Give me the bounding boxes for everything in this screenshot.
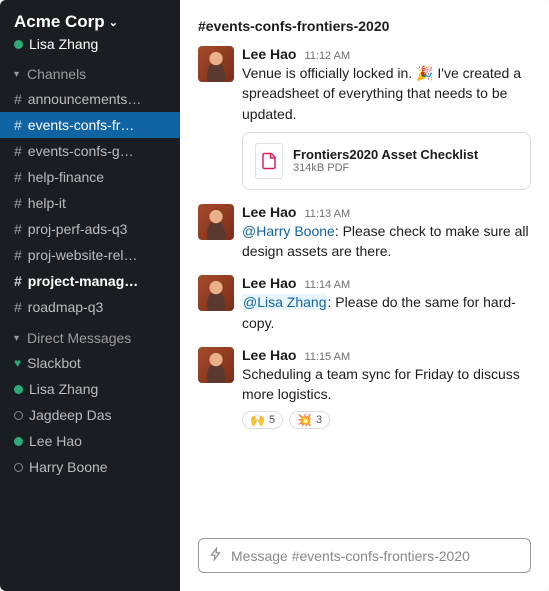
presence-online-icon <box>14 385 23 394</box>
message-input[interactable] <box>231 548 520 564</box>
reaction[interactable]: 🙌5 <box>242 411 283 429</box>
party-emoji-icon: 🎉 <box>416 65 433 81</box>
presence-online-icon <box>14 437 23 446</box>
channels-section-header[interactable]: Channels <box>0 56 180 86</box>
channel-label: help-finance <box>28 166 104 188</box>
reaction-emoji-icon: 💥 <box>297 413 312 427</box>
dm-label: Slackbot <box>27 352 81 374</box>
workspace-switcher[interactable]: Acme Corp ⌄ <box>14 12 166 32</box>
presence-dot-icon <box>14 40 23 49</box>
sidebar: Acme Corp ⌄ Lisa Zhang Channels # announc… <box>0 0 180 591</box>
message-text: Scheduling a team sync for Friday to dis… <box>242 364 531 405</box>
pdf-icon <box>255 143 283 179</box>
dms-section-header[interactable]: Direct Messages <box>0 320 180 350</box>
channel-label: announcements… <box>28 88 142 110</box>
message: Lee Hao 11:15 AMScheduling a team sync fo… <box>198 347 531 429</box>
mention[interactable]: @Lisa Zhang <box>242 294 327 310</box>
channel-label: roadmap-q3 <box>28 296 104 318</box>
reaction-count: 3 <box>316 414 322 426</box>
hash-icon: # <box>14 88 22 110</box>
message-time: 11:12 AM <box>304 50 350 62</box>
chevron-down-icon: ⌄ <box>109 16 118 29</box>
channel-label: events-confs-g… <box>28 140 134 162</box>
dms-label: Direct Messages <box>27 330 131 346</box>
dm-list: ♥ Slackbot Lisa Zhang Jagdeep Das Lee Hao Har… <box>0 350 180 480</box>
message-author[interactable]: Lee Hao <box>242 275 296 291</box>
message: Lee Hao 11:13 AM@Harry Boone: Please chec… <box>198 204 531 262</box>
channel-list: # announcements… # events-confs-fr… # events-… <box>0 86 180 320</box>
dm-label: Jagdeep Das <box>29 404 112 426</box>
dm-item[interactable]: Lisa Zhang <box>0 376 180 402</box>
shortcuts-icon[interactable] <box>209 547 223 564</box>
message: Lee Hao 11:12 AMVenue is officially locke… <box>198 46 531 190</box>
current-user-name: Lisa Zhang <box>29 36 98 52</box>
message: Lee Hao 11:14 AM@Lisa Zhang: Please do th… <box>198 275 531 333</box>
reaction-count: 5 <box>269 414 275 426</box>
workspace-name: Acme Corp <box>14 12 105 32</box>
dm-label: Lee Hao <box>29 430 82 452</box>
app-root: Acme Corp ⌄ Lisa Zhang Channels # announc… <box>0 0 549 591</box>
hash-icon: # <box>14 296 22 318</box>
attachment-meta: 314kB PDF <box>293 162 478 174</box>
channel-item[interactable]: # project-manag… <box>0 268 180 294</box>
channel-label: events-confs-fr… <box>28 114 135 136</box>
channel-label: help-it <box>28 192 66 214</box>
mention[interactable]: @Harry Boone <box>242 223 335 239</box>
reaction-bar: 🙌5💥3 <box>242 411 531 429</box>
message-author[interactable]: Lee Hao <box>242 347 296 363</box>
channel-label: proj-website-rel… <box>28 244 138 266</box>
reaction[interactable]: 💥3 <box>289 411 330 429</box>
message-time: 11:13 AM <box>304 208 350 220</box>
channel-item[interactable]: # help-it <box>0 190 180 216</box>
channel-label: proj-perf-ads-q3 <box>28 218 128 240</box>
channel-item[interactable]: # events-confs-g… <box>0 138 180 164</box>
avatar[interactable] <box>198 46 234 82</box>
message-text: @Lisa Zhang: Please do the same for hard… <box>242 292 531 333</box>
reaction-emoji-icon: 🙌 <box>250 413 265 427</box>
hash-icon: # <box>14 114 22 136</box>
channel-item[interactable]: # proj-website-rel… <box>0 242 180 268</box>
heart-icon: ♥ <box>14 352 21 374</box>
dm-label: Harry Boone <box>29 456 108 478</box>
attachment-title: Frontiers2020 Asset Checklist <box>293 147 478 162</box>
message-text: Venue is officially locked in. 🎉 I've cr… <box>242 63 531 124</box>
channel-item[interactable]: # proj-perf-ads-q3 <box>0 216 180 242</box>
dm-label: Lisa Zhang <box>29 378 98 400</box>
dm-item[interactable]: Lee Hao <box>0 428 180 454</box>
message-time: 11:14 AM <box>304 279 350 291</box>
hash-icon: # <box>14 218 22 240</box>
message-author[interactable]: Lee Hao <box>242 46 296 62</box>
workspace-header: Acme Corp ⌄ Lisa Zhang <box>0 0 180 56</box>
channels-label: Channels <box>27 66 86 82</box>
hash-icon: # <box>14 244 22 266</box>
dm-item[interactable]: Harry Boone <box>0 454 180 480</box>
dm-item[interactable]: ♥ Slackbot <box>0 350 180 376</box>
channel-item[interactable]: # announcements… <box>0 86 180 112</box>
message-list: Lee Hao 11:12 AMVenue is officially locke… <box>180 46 549 530</box>
message-author[interactable]: Lee Hao <box>242 204 296 220</box>
hash-icon: # <box>14 192 22 214</box>
hash-icon: # <box>14 140 22 162</box>
channel-item[interactable]: # events-confs-fr… <box>0 112 180 138</box>
channel-header[interactable]: #events-confs-frontiers-2020 <box>180 0 549 46</box>
channel-item[interactable]: # help-finance <box>0 164 180 190</box>
hash-icon: # <box>14 270 22 292</box>
presence-away-icon <box>14 411 23 420</box>
avatar[interactable] <box>198 275 234 311</box>
avatar[interactable] <box>198 347 234 383</box>
file-attachment[interactable]: Frontiers2020 Asset Checklist314kB PDF <box>242 132 531 190</box>
message-composer[interactable] <box>198 538 531 573</box>
dm-item[interactable]: Jagdeep Das <box>0 402 180 428</box>
channel-item[interactable]: # roadmap-q3 <box>0 294 180 320</box>
channel-name: #events-confs-frontiers-2020 <box>198 18 389 34</box>
main-pane: #events-confs-frontiers-2020 Lee Hao 11:1… <box>180 0 549 591</box>
message-time: 11:15 AM <box>304 351 350 363</box>
avatar[interactable] <box>198 204 234 240</box>
current-user[interactable]: Lisa Zhang <box>14 36 166 52</box>
channel-label: project-manag… <box>28 270 138 292</box>
presence-away-icon <box>14 463 23 472</box>
hash-icon: # <box>14 166 22 188</box>
message-text: @Harry Boone: Please check to make sure … <box>242 221 531 262</box>
